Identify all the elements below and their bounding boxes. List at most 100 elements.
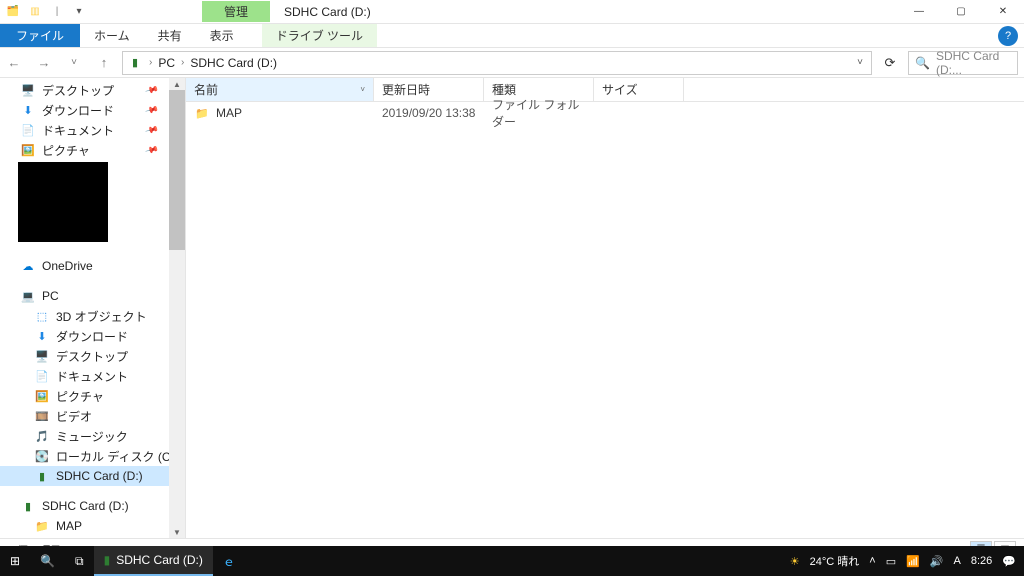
weather-text[interactable]: 24°C 晴れ [810, 553, 860, 569]
sidebar-item-desktop[interactable]: 🖥️ デスクトップ [0, 80, 185, 100]
sidebar-item-3d-objects[interactable]: ⬚ 3D オブジェクト [0, 306, 185, 326]
sidebar-item-documents[interactable]: 📄ドキュメント [0, 120, 185, 140]
recent-locations-button[interactable]: ˅ [62, 51, 86, 75]
sidebar-item-desktop-pc[interactable]: 🖥️デスクトップ [0, 346, 185, 366]
sidebar-item-label: ドキュメント [42, 122, 114, 139]
sidebar-scrollbar[interactable]: ▲ ▼ [169, 78, 185, 538]
sidebar-item-label: SDHC Card (D:) [56, 469, 143, 483]
nav-pane: 🖥️デスクトップ ⬇ダウンロード 📄ドキュメント 🖼️ピクチャ ☁OneDriv… [0, 78, 186, 538]
tab-home[interactable]: ホーム [80, 24, 144, 47]
scroll-up-icon[interactable]: ▲ [169, 78, 185, 90]
tab-view[interactable]: 表示 [196, 24, 248, 47]
sidebar-item-pictures-pc[interactable]: 🖼️ピクチャ [0, 386, 185, 406]
ime-indicator[interactable]: A [954, 555, 961, 567]
sidebar-item-label: 3D オブジェクト [56, 308, 147, 325]
forward-button[interactable]: → [32, 51, 56, 75]
content-split: 🖥️デスクトップ ⬇ダウンロード 📄ドキュメント 🖼️ピクチャ ☁OneDriv… [0, 78, 1024, 538]
close-button[interactable]: ✕ [982, 0, 1024, 24]
search-icon: 🔍 [915, 56, 930, 70]
refresh-button[interactable]: ⟳ [878, 51, 902, 75]
minimize-button[interactable]: — [898, 0, 940, 24]
column-label: サイズ [602, 81, 638, 98]
taskbar-app-explorer[interactable]: ▮SDHC Card (D:) [94, 546, 213, 576]
column-label: 更新日時 [382, 81, 430, 98]
desktop-icon: 🖥️ [20, 82, 36, 98]
folder-properties-icon[interactable]: ▥ [26, 3, 44, 21]
sidebar-item-downloads-pc[interactable]: ⬇ダウンロード [0, 326, 185, 346]
column-headers: 名前˅ 更新日時 種類 サイズ [186, 78, 1024, 102]
sidebar-item-label: ピクチャ [42, 142, 90, 159]
sidebar-item-videos[interactable]: 🎞️ ビデオ [0, 406, 185, 426]
breadcrumb-pc[interactable]: PC [158, 56, 175, 70]
sidebar-item-sdhc-card[interactable]: ▮SDHC Card (D:) [0, 466, 185, 486]
cloud-icon: ☁ [20, 258, 36, 274]
sidebar-item-documents-pc[interactable]: 📄ドキュメント [0, 366, 185, 386]
taskbar: ⊞ 🔍 ⧉ ▮SDHC Card (D:) ｅ ☀ 24°C 晴れ ˄ ▭ 📶 … [0, 546, 1024, 576]
wifi-icon[interactable]: 📶 [906, 555, 920, 568]
sidebar-item-label: ダウンロード [56, 328, 128, 345]
sidebar-item-pc[interactable]: 💻 PC [0, 286, 185, 306]
address-dropdown-icon[interactable]: ˅ [853, 57, 867, 68]
column-name[interactable]: 名前˅ [186, 78, 374, 101]
action-center-icon[interactable]: 💬 [1002, 555, 1016, 568]
quick-access-toolbar: 🗂️ ▥ | ▾ [0, 3, 92, 21]
start-button[interactable]: ⊞ [0, 546, 30, 576]
folder-icon: 📁 [34, 518, 50, 534]
taskbar-app-ie[interactable]: ｅ [213, 546, 245, 576]
sd-card-icon: ▮ [127, 55, 143, 71]
sidebar-item-label: ビデオ [56, 408, 92, 425]
sidebar-item-map-folder[interactable]: 📁MAP [0, 516, 185, 536]
sidebar-item-sdhc-root[interactable]: ▮SDHC Card (D:) [0, 496, 185, 516]
sidebar-item-onedrive[interactable]: ☁ OneDrive [0, 256, 185, 276]
help-button[interactable]: ? [998, 26, 1018, 46]
back-button[interactable]: ← [2, 51, 26, 75]
sidebar-item-music[interactable]: 🎵ミュージック [0, 426, 185, 446]
file-name: MAP [216, 106, 242, 120]
tab-file[interactable]: ファイル [0, 24, 80, 47]
sidebar-item-downloads[interactable]: ⬇ダウンロード [0, 100, 185, 120]
music-icon: 🎵 [34, 428, 50, 444]
tab-share[interactable]: 共有 [144, 24, 196, 47]
scroll-down-icon[interactable]: ▼ [169, 526, 185, 538]
column-date[interactable]: 更新日時 [374, 78, 484, 101]
qat-dropdown-icon[interactable]: ▾ [70, 3, 88, 21]
up-button[interactable]: ↑ [92, 51, 116, 75]
sidebar-item-label: PC [42, 289, 59, 303]
ie-icon: ｅ [223, 553, 235, 570]
file-row[interactable]: 📁MAP 2019/09/20 13:38 ファイル フォルダー [186, 102, 1024, 124]
clock[interactable]: 8:26 [971, 555, 992, 567]
video-icon: 🎞️ [34, 408, 50, 424]
pc-icon: 💻 [20, 288, 36, 304]
sort-indicator-icon: ˅ [360, 85, 365, 94]
folder-icon: 📁 [194, 105, 210, 121]
cube-icon: ⬚ [34, 308, 50, 324]
scroll-thumb[interactable] [169, 90, 185, 250]
tab-drive-tools[interactable]: ドライブ ツール [262, 24, 377, 47]
weather-icon[interactable]: ☀ [790, 555, 800, 568]
contextual-tab-label: 管理 [202, 1, 270, 22]
battery-icon[interactable]: ▭ [886, 555, 896, 568]
address-bar[interactable]: ▮ › PC › SDHC Card (D:) ˅ [122, 51, 872, 75]
maximize-button[interactable]: ▢ [940, 0, 982, 24]
search-box[interactable]: 🔍 SDHC Card (D:... [908, 51, 1018, 75]
pictures-icon: 🖼️ [34, 388, 50, 404]
volume-icon[interactable]: 🔊 [930, 555, 944, 568]
task-view-button[interactable]: ⧉ [65, 546, 94, 576]
taskbar-app-label: SDHC Card (D:) [116, 553, 203, 567]
search-taskbar-button[interactable]: 🔍 [30, 546, 65, 576]
qat-separator: | [48, 3, 66, 21]
column-size[interactable]: サイズ [594, 78, 684, 101]
redacted-item [18, 162, 108, 242]
search-placeholder: SDHC Card (D:... [936, 49, 1011, 77]
title-bar: 🗂️ ▥ | ▾ 管理 SDHC Card (D:) — ▢ ✕ [0, 0, 1024, 24]
file-date: 2019/09/20 13:38 [374, 106, 484, 120]
sidebar-item-label: OneDrive [42, 259, 93, 273]
chevron-right-icon: › [181, 57, 184, 68]
breadcrumb-current[interactable]: SDHC Card (D:) [190, 56, 277, 70]
sidebar-item-local-disk-c[interactable]: 💽ローカル ディスク (C:) [0, 446, 185, 466]
sidebar-item-pictures[interactable]: 🖼️ピクチャ [0, 140, 185, 160]
window-controls: — ▢ ✕ [898, 0, 1024, 24]
sidebar-item-label: デスクトップ [42, 82, 114, 99]
sidebar-item-label: デスクトップ [56, 348, 128, 365]
tray-overflow-icon[interactable]: ˄ [869, 555, 875, 567]
